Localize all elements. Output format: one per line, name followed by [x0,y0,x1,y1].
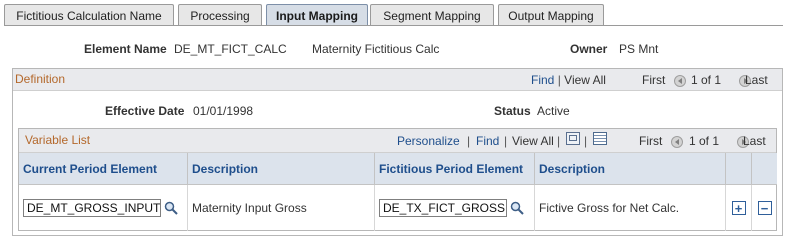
tab-input-mapping[interactable]: Input Mapping [266,4,368,26]
variable-list-view-all[interactable]: View All [512,134,554,148]
plus-icon[interactable]: + [731,201,746,215]
table-row-cell-fictitious-period: DE_TX_FICT_GROSS [375,185,535,231]
definition-last[interactable]: Last [745,73,768,87]
magnifier-icon[interactable] [509,200,525,216]
owner-label: Owner [570,42,608,56]
previous-arrow-icon[interactable] [674,74,686,87]
column-fictitious-description: Description [535,153,726,185]
table-row-cell-add: + [726,185,752,231]
variable-list-title: Variable List [25,133,91,147]
column-delete [752,153,777,185]
tab-fictitious-calculation-name[interactable]: Fictitious Calculation Name [4,4,174,26]
separator: | [557,134,561,148]
table-row-cell-current-period: DE_MT_GROSS_INPUT [19,185,188,231]
minus-icon[interactable]: − [757,201,772,215]
separator: | [467,134,471,148]
column-description: Description [188,153,375,185]
definition-header: Definition Find | View All First 1 of 1 … [13,69,782,91]
separator: | [584,134,588,148]
variable-list-grid: Variable List Personalize | Find | View … [18,128,777,231]
element-description: Maternity Fictitious Calc [312,42,440,56]
column-current-period-element: Current Period Element [19,153,188,185]
tab-output-mapping[interactable]: Output Mapping [498,4,604,26]
personalize-link[interactable]: Personalize [397,134,460,148]
spreadsheet-icon[interactable] [593,132,607,145]
column-fictitious-period-element: Fictitious Period Element [375,153,535,185]
definition-nav: Find | View All [531,73,606,87]
variable-list-first[interactable]: First [639,134,662,148]
variable-list-header: Variable List Personalize | Find | View … [19,129,776,153]
tab-processing[interactable]: Processing [178,4,262,26]
status-value: Active [537,104,570,118]
owner-value: PS Mnt [619,42,659,56]
status-label: Status [494,104,531,118]
zoom-icon[interactable] [566,132,580,145]
table-row-cell-description: Maternity Input Gross [188,185,375,231]
variable-list-find-link[interactable]: Find [476,134,499,148]
separator: | [504,134,508,148]
tab-divider [4,25,783,26]
description-value: Maternity Input Gross [192,201,307,215]
previous-arrow-icon[interactable] [671,135,683,148]
variable-list-range: 1 of 1 [689,134,720,148]
variable-list-last[interactable]: Last [743,134,766,148]
fictitious-description-value: Fictive Gross for Net Calc. [539,201,680,215]
effective-date-value: 01/01/1998 [193,104,254,118]
current-period-element-input[interactable]: DE_MT_GROSS_INPUT [23,199,161,217]
table-row-cell-fictitious-description: Fictive Gross for Net Calc. [535,185,726,231]
definition-first[interactable]: First [642,73,665,87]
definition-range: 1 of 1 [691,73,722,87]
definition-title: Definition [15,72,66,86]
column-add [726,153,752,185]
magnifier-icon[interactable] [163,200,179,216]
definition-view-all[interactable]: View All [564,73,606,87]
effective-date-label: Effective Date [105,104,185,118]
definition-find-link[interactable]: Find [531,73,554,87]
tab-bar: Fictitious Calculation Name Processing I… [4,4,787,26]
element-name-label: Element Name [84,42,167,56]
element-name-value: DE_MT_FICT_CALC [174,42,287,56]
table-row-cell-delete: − [752,185,777,231]
fictitious-period-element-input[interactable]: DE_TX_FICT_GROSS [379,199,507,217]
separator: | [557,73,561,87]
tab-segment-mapping[interactable]: Segment Mapping [370,4,494,26]
